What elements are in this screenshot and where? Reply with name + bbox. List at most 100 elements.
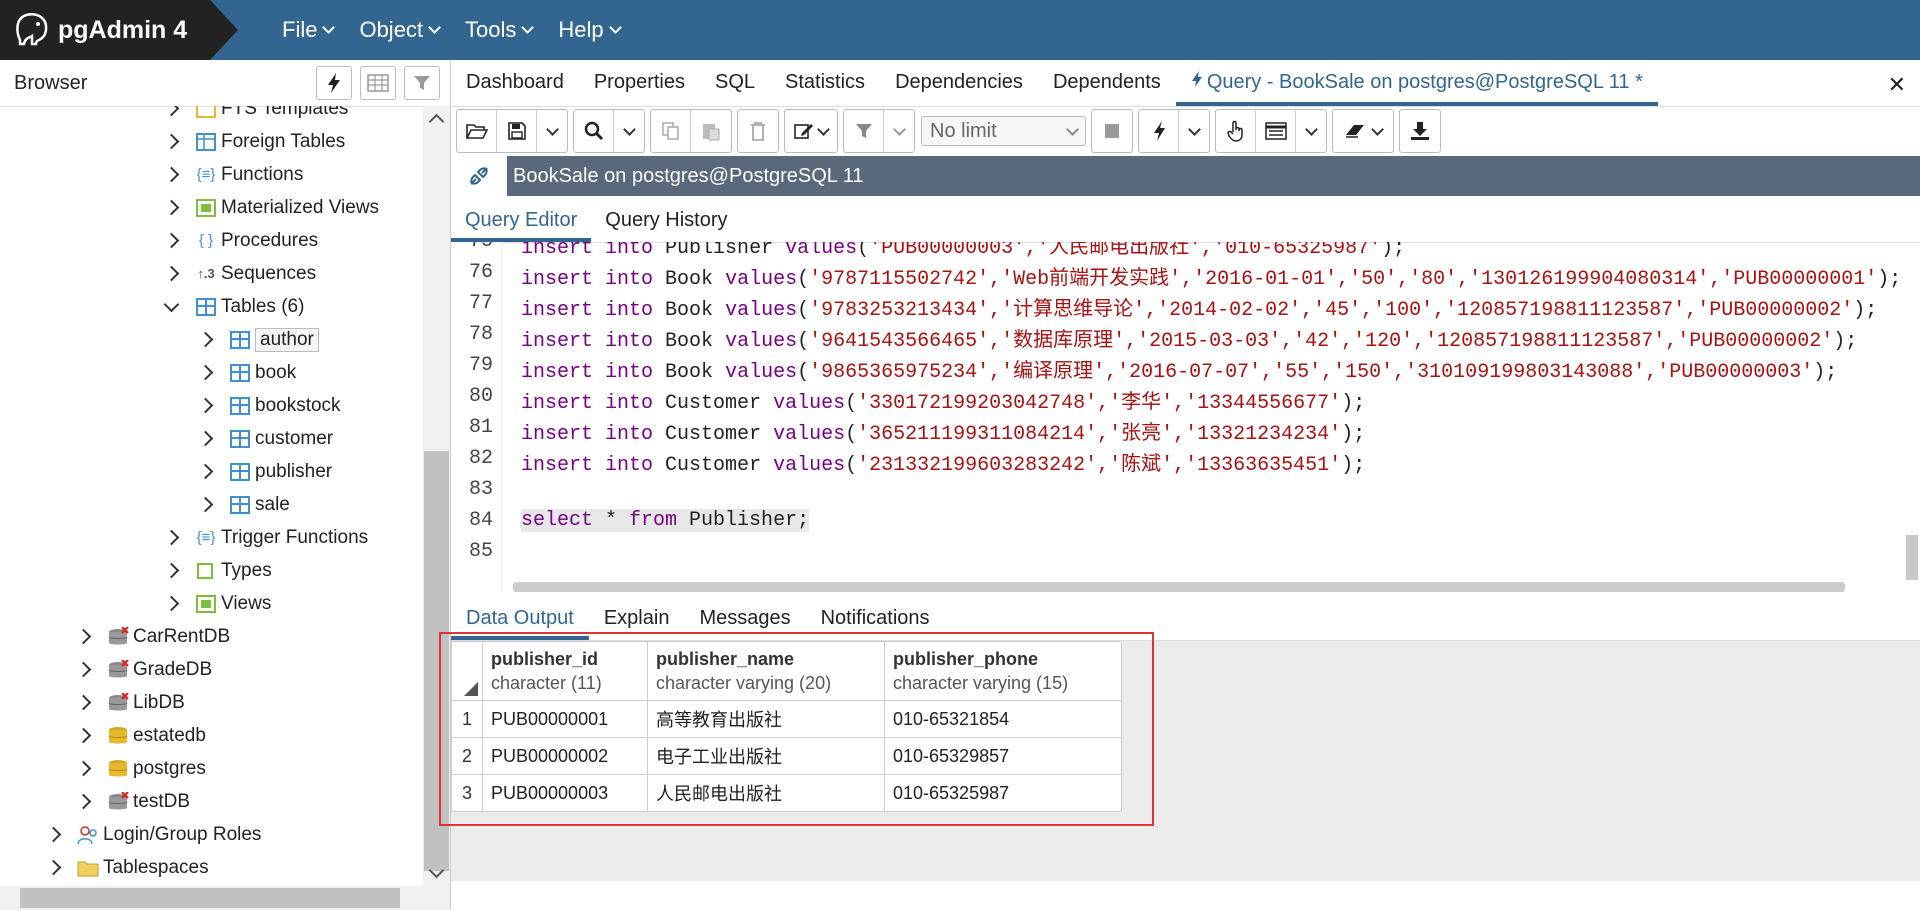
chevron-right-icon[interactable] [45,826,62,843]
chevron-right-icon[interactable] [163,133,180,150]
filter-rows-button[interactable] [404,66,440,100]
find-button[interactable] [574,110,614,152]
chevron-right-icon[interactable] [163,199,180,216]
chevron-right-icon[interactable] [75,793,92,810]
chevron-right-icon[interactable] [75,661,92,678]
menu-help[interactable]: Help [558,17,622,43]
explain-analyze-button[interactable] [1256,110,1296,152]
chevron-right-icon[interactable] [45,859,62,876]
chevron-right-icon[interactable] [75,628,92,645]
code-line[interactable]: insert into Book values('9865365975234',… [521,354,1837,384]
tree-node[interactable]: {≡} Functions [163,158,303,191]
chevron-right-icon[interactable] [75,727,92,744]
chevron-right-icon[interactable] [197,463,214,480]
menu-object[interactable]: Object [359,17,441,43]
delete-row-button[interactable] [738,110,778,152]
connection-status-icon[interactable] [451,156,507,196]
filter-button[interactable] [844,110,884,152]
tab-properties[interactable]: Properties [579,71,700,106]
tree-node[interactable]: {≡} Trigger Functions [163,521,368,554]
chevron-right-icon[interactable] [163,595,180,612]
code-line[interactable]: insert into Book values('9641543566465',… [521,323,1857,353]
editor-horizontal-scrollbar[interactable] [513,582,1845,592]
editor-vertical-scrollbar[interactable] [1906,535,1918,580]
tree-node[interactable]: Types [163,554,272,587]
chevron-right-icon[interactable] [197,496,214,513]
code-line[interactable]: insert into Customer values('23133219960… [521,447,1365,477]
download-csv-button[interactable] [1400,110,1440,152]
scroll-up-icon[interactable] [428,113,445,130]
find-options-dropdown[interactable] [614,110,644,152]
tree-node[interactable]: Foreign Tables [163,125,345,158]
chevron-right-icon[interactable] [197,331,214,348]
chevron-right-icon[interactable] [163,106,180,117]
tree-node[interactable]: testDB [75,785,190,818]
edit-button[interactable] [785,110,837,152]
tab-dashboard[interactable]: Dashboard [451,71,579,106]
browser-horizontal-scrollbar[interactable] [0,886,450,910]
view-data-button[interactable] [360,66,396,100]
tree-node[interactable]: LibDB [75,686,185,719]
tab-statistics[interactable]: Statistics [770,71,880,106]
tree-node[interactable]: Tablespaces [45,851,209,884]
tab-query-editor[interactable]: Query Editor [451,209,592,242]
code-line[interactable]: select * from Publisher; [521,509,810,532]
open-file-button[interactable] [457,110,497,152]
code-line[interactable]: insert into Customer values('36521119931… [521,416,1365,446]
chevron-down-icon[interactable] [163,296,180,312]
tree-node[interactable]: Login/Group Roles [45,818,261,851]
execute-button[interactable] [1139,110,1179,152]
save-file-button[interactable] [497,110,537,152]
execute-options-dropdown[interactable] [1179,110,1209,152]
chevron-right-icon[interactable] [163,562,180,579]
tab-sql[interactable]: SQL [700,71,770,106]
chevron-right-icon[interactable] [163,166,180,183]
tree-node[interactable]: ↑.3 Sequences [163,257,316,290]
explain-options-dropdown[interactable] [1296,110,1326,152]
tree-node[interactable]: customer [197,422,333,455]
tree-node[interactable]: GradeDB [75,653,212,686]
explain-button[interactable] [1216,110,1256,152]
chevron-right-icon[interactable] [197,364,214,381]
chevron-right-icon[interactable] [75,694,92,711]
tree-node[interactable]: bookstock [197,389,341,422]
chevron-right-icon[interactable] [197,430,214,447]
paste-button[interactable] [691,110,731,152]
tree-node[interactable]: postgres [75,752,206,785]
tab-dependents[interactable]: Dependents [1038,71,1176,106]
chevron-right-icon[interactable] [197,397,214,414]
copy-button[interactable] [651,110,691,152]
tree-node[interactable]: author [197,323,319,356]
tree-node[interactable]: sale [197,488,290,521]
menu-tools[interactable]: Tools [465,17,535,43]
sql-editor[interactable]: 75 insert into Publisher values('PUB00000… [451,242,1920,592]
tab-dependencies[interactable]: Dependencies [880,71,1038,106]
tree-node[interactable]: publisher [197,455,332,488]
query-tool-button[interactable] [316,66,352,100]
scroll-thumb[interactable] [20,888,400,908]
code-line[interactable]: insert into Book values('9787115502742',… [521,261,1901,291]
row-limit-select[interactable]: No limit [921,116,1086,146]
close-tab-icon[interactable]: ✕ [1888,72,1906,98]
code-line[interactable]: insert into Book values('9783253213434',… [521,292,1877,322]
tree-node[interactable]: Tables (6) [163,290,304,323]
tree-node[interactable]: CarRentDB [75,620,230,653]
filter-options-dropdown[interactable] [884,110,914,152]
tab-query-history[interactable]: Query History [591,209,741,242]
connection-label[interactable]: BookSale on postgres@PostgreSQL 11 [507,156,1920,196]
chevron-right-icon[interactable] [163,265,180,282]
chevron-right-icon[interactable] [163,529,180,546]
menu-file[interactable]: File [282,17,336,43]
code-line[interactable]: insert into Customer values('33017219920… [521,385,1365,415]
save-options-dropdown[interactable] [537,110,567,152]
clear-button[interactable] [1333,110,1393,152]
code-line[interactable]: insert into Publisher values('PUB0000000… [521,242,1405,260]
tree-node[interactable]: Materialized Views [163,191,379,224]
tree-node[interactable]: FTS Templates [163,106,348,125]
tree-node[interactable]: Views [163,587,271,620]
tab-query[interactable]: Query - BookSale on postgres@PostgreSQL … [1175,70,1658,106]
tree-node[interactable]: book [197,356,296,389]
tree-node[interactable]: { } Procedures [163,224,318,257]
tree-node[interactable]: estatedb [75,719,206,752]
cancel-query-button[interactable] [1092,110,1132,152]
